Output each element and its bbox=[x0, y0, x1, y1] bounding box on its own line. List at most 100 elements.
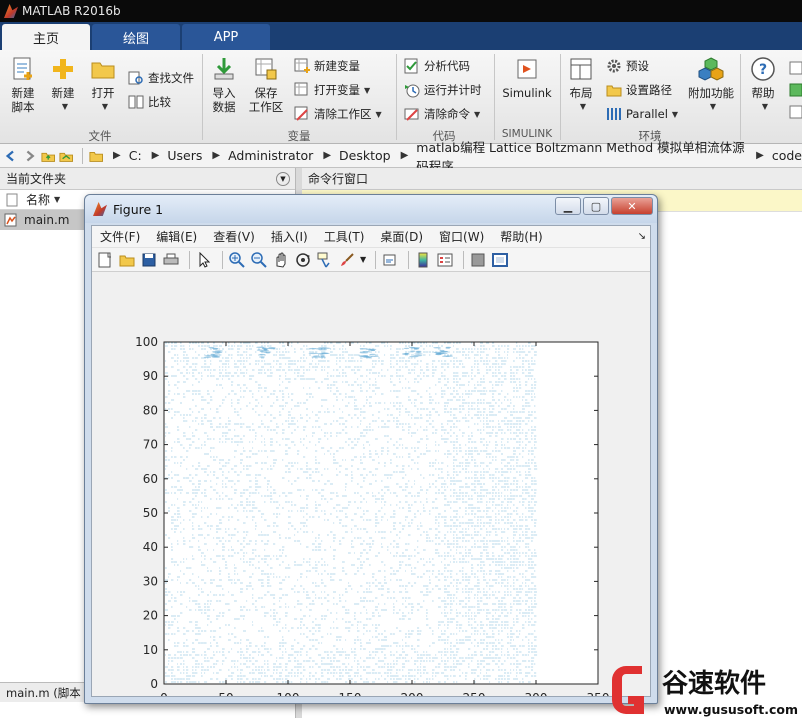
x-tick-label: 300 bbox=[525, 691, 548, 696]
brush-button[interactable] bbox=[338, 251, 356, 269]
new-variable-label: 新建变量 bbox=[314, 59, 360, 73]
menu-insert[interactable]: 插入(I) bbox=[271, 228, 308, 245]
help-button[interactable]: ? 帮助 ▼ bbox=[748, 56, 778, 114]
menu-tools[interactable]: 工具(T) bbox=[324, 228, 365, 245]
vortex-mark bbox=[402, 353, 410, 355]
pan-button[interactable] bbox=[272, 251, 290, 269]
new-script-button[interactable]: 新建 脚本 bbox=[6, 56, 40, 114]
data-cursor-button[interactable] bbox=[316, 251, 334, 269]
parallel-button[interactable]: Parallel ▼ bbox=[606, 104, 678, 124]
vortex-mark bbox=[211, 351, 220, 353]
find-files-button[interactable]: 查找文件 bbox=[128, 68, 194, 88]
clear-workspace-icon bbox=[294, 106, 308, 121]
menu-help[interactable]: 帮助(H) bbox=[500, 228, 542, 245]
simulink-button[interactable]: Simulink bbox=[500, 56, 554, 100]
chevron-down-icon[interactable]: ▼ bbox=[360, 255, 366, 264]
panel-menu-icon[interactable]: ▼ bbox=[276, 172, 290, 186]
column-name-label: 名称 bbox=[26, 193, 51, 207]
link-plot-button[interactable] bbox=[381, 251, 399, 269]
up-folder-icon[interactable] bbox=[41, 148, 55, 164]
chevron-down-icon: ▼ bbox=[101, 102, 109, 111]
cursor-arrow-icon bbox=[199, 251, 210, 268]
velocity-field-chart[interactable]: 0 50 100 150 200 250 300 350 0 10 20 30 40 50 60 70 80 9… bbox=[92, 274, 650, 705]
rotate-3d-button[interactable] bbox=[294, 251, 312, 269]
zoom-out-button[interactable] bbox=[250, 251, 268, 269]
menu-window[interactable]: 窗口(W) bbox=[439, 228, 484, 245]
breadcrumb-code[interactable]: code bbox=[772, 148, 802, 163]
breadcrumb-c[interactable]: C: bbox=[129, 148, 142, 163]
ribbon-overflow[interactable] bbox=[788, 60, 802, 130]
hide-tools-icon bbox=[471, 253, 485, 266]
close-button[interactable]: ✕ bbox=[611, 197, 653, 215]
breadcrumb-desktop[interactable]: Desktop bbox=[339, 148, 391, 163]
minimize-button[interactable]: ▁ bbox=[555, 197, 581, 215]
clear-commands-button[interactable]: 清除命令 ▼ bbox=[404, 104, 480, 124]
clear-workspace-button[interactable]: 清除工作区 ▼ bbox=[294, 104, 382, 124]
help-icon: ? bbox=[751, 57, 775, 81]
tab-home[interactable]: 主页 bbox=[2, 24, 90, 50]
preferences-button[interactable]: 预设 bbox=[606, 56, 649, 76]
forward-arrow-icon[interactable] bbox=[22, 148, 36, 164]
compare-button[interactable]: 比较 bbox=[128, 92, 171, 112]
breadcrumb-arrow-icon: ▶ bbox=[323, 150, 332, 161]
insert-colorbar-button[interactable] bbox=[414, 251, 432, 269]
save-workspace-button[interactable]: 保存 工作区 bbox=[246, 56, 286, 114]
figure-window[interactable]: Figure 1 ▁ ▢ ✕ 文件(F) 编辑(E) 查看(V) 插入(I) 工… bbox=[84, 194, 658, 705]
current-folder-title: 当前文件夹 bbox=[6, 172, 67, 186]
dock-arrow-icon[interactable]: ↘ bbox=[638, 231, 646, 242]
x-tick-label: 150 bbox=[339, 691, 362, 696]
details-label: main.m (脚本 bbox=[6, 685, 81, 700]
print-button[interactable] bbox=[162, 251, 180, 269]
x-tick-label: 250 bbox=[463, 691, 486, 696]
vortex-mark bbox=[414, 353, 423, 355]
addons-label: 附加功能 bbox=[688, 86, 734, 100]
y-tick-label: 30 bbox=[143, 574, 158, 588]
vortex-mark bbox=[369, 353, 376, 356]
import-data-button[interactable]: 导入 数据 bbox=[208, 56, 240, 114]
tab-plots[interactable]: 绘图 bbox=[92, 24, 180, 50]
zoom-in-button[interactable] bbox=[228, 251, 246, 269]
hide-plot-tools-button[interactable] bbox=[469, 251, 487, 269]
addons-button[interactable]: 附加功能 ▼ bbox=[688, 56, 734, 114]
new-figure-button[interactable] bbox=[96, 251, 114, 269]
new-variable-button[interactable]: 新建变量 bbox=[294, 56, 360, 76]
show-plot-tools-button[interactable] bbox=[491, 251, 509, 269]
rotate-icon bbox=[296, 252, 310, 267]
menu-edit[interactable]: 编辑(E) bbox=[156, 228, 197, 245]
chevron-down-icon: ▼ bbox=[761, 102, 769, 111]
breadcrumb-users[interactable]: Users bbox=[167, 148, 202, 163]
vortex-mark bbox=[439, 349, 445, 352]
set-path-button[interactable]: 设置路径 bbox=[606, 80, 672, 100]
maximize-button[interactable]: ▢ bbox=[583, 197, 609, 215]
find-files-label: 查找文件 bbox=[148, 71, 194, 85]
run-and-time-button[interactable]: 运行并计时 bbox=[404, 80, 482, 100]
figure-body: 文件(F) 编辑(E) 查看(V) 插入(I) 工具(T) 桌面(D) 窗口(W… bbox=[91, 225, 651, 705]
address-bar: ▶ C: ▶ Users ▶ Administrator ▶ Desktop ▶… bbox=[0, 140, 802, 174]
menu-file[interactable]: 文件(F) bbox=[100, 228, 140, 245]
minimize-icon: ▁ bbox=[563, 199, 573, 213]
analyze-code-button[interactable]: 分析代码 bbox=[404, 56, 470, 76]
open-file-button[interactable] bbox=[118, 251, 136, 269]
edit-plot-button[interactable] bbox=[195, 251, 213, 269]
group-label-file: 文件 bbox=[88, 129, 112, 143]
insert-legend-button[interactable] bbox=[436, 251, 454, 269]
new-button[interactable]: 新建 ▼ bbox=[46, 56, 80, 114]
back-arrow-icon[interactable] bbox=[4, 148, 18, 164]
save-figure-button[interactable] bbox=[140, 251, 158, 269]
axes-box bbox=[163, 341, 599, 685]
open-variable-button[interactable]: 打开变量 ▼ bbox=[294, 80, 370, 100]
open-button[interactable]: 打开 ▼ bbox=[86, 56, 120, 114]
menu-desktop[interactable]: 桌面(D) bbox=[380, 228, 423, 245]
layout-button[interactable]: 布局 ▼ bbox=[566, 56, 596, 114]
browse-folder-icon[interactable] bbox=[59, 148, 74, 164]
colorbar-icon bbox=[418, 252, 428, 267]
ribbon-tabs: 主页 绘图 APP bbox=[0, 22, 802, 50]
breadcrumb-administrator[interactable]: Administrator bbox=[228, 148, 313, 163]
vortex-mark bbox=[445, 347, 451, 349]
plot-area[interactable]: 0 50 100 150 200 250 300 350 0 10 20 30 40 50 60 70 80 9… bbox=[92, 274, 650, 705]
tab-apps[interactable]: APP bbox=[182, 24, 270, 50]
menu-view[interactable]: 查看(V) bbox=[213, 228, 255, 245]
vortex-mark bbox=[259, 350, 264, 353]
figure-titlebar[interactable]: Figure 1 ▁ ▢ ✕ bbox=[85, 195, 657, 223]
folder-icon bbox=[91, 62, 115, 79]
